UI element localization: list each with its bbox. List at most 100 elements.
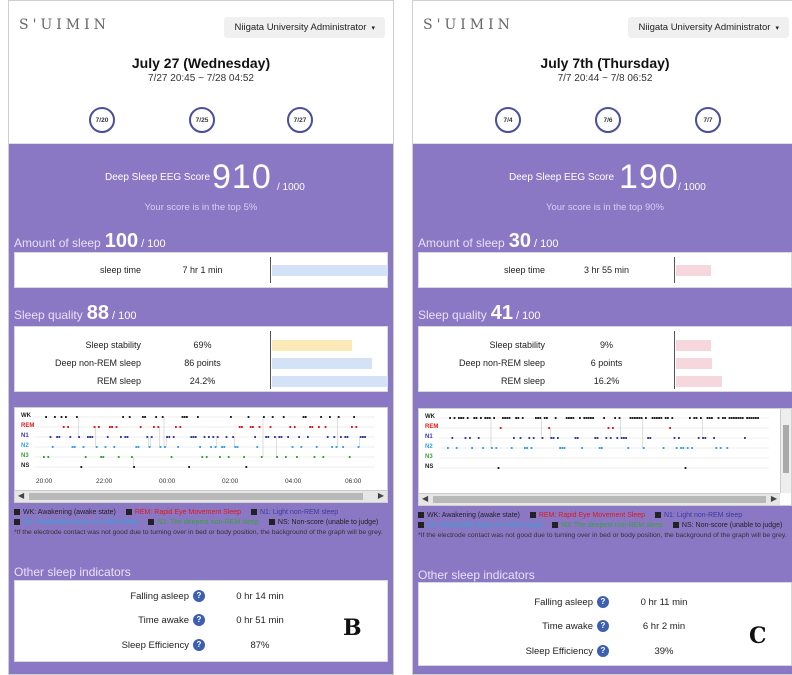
date-nav-button[interactable]: 7/7 xyxy=(695,107,721,133)
epoch-mark xyxy=(49,436,52,438)
epoch-mark xyxy=(54,416,56,418)
epoch-mark xyxy=(179,426,182,428)
date-nav-button[interactable]: 7/27 xyxy=(287,107,313,133)
help-icon[interactable]: ? xyxy=(193,639,205,651)
report-header: S'UIMIN Niigata University Administrator… xyxy=(9,1,393,144)
hypnogram[interactable]: WK REM N1 N2 N3 NS ◀ ▶ xyxy=(418,408,792,506)
legend-swatch xyxy=(14,519,20,526)
epoch-mark xyxy=(684,467,687,469)
scroll-right-icon[interactable]: ▶ xyxy=(771,494,777,503)
help-icon[interactable]: ? xyxy=(193,590,205,602)
vertical-scrollbar[interactable] xyxy=(780,409,791,493)
epoch-mark xyxy=(245,466,248,468)
date-nav-button[interactable]: 7/25 xyxy=(189,107,215,133)
epoch-mark xyxy=(47,456,50,458)
epoch-mark xyxy=(631,417,634,419)
epoch-mark xyxy=(609,437,612,439)
epoch-mark xyxy=(460,417,462,419)
epoch-mark xyxy=(471,447,473,449)
epoch-mark xyxy=(212,436,215,438)
epoch-mark xyxy=(62,426,65,428)
epoch-mark xyxy=(623,437,625,439)
stability-row: Sleep stability 9% xyxy=(489,340,613,350)
epoch-mark xyxy=(462,417,465,419)
report-header: S'UIMIN Niigata University Administrator… xyxy=(413,1,792,144)
epoch-mark xyxy=(561,447,564,449)
date-nav-button[interactable]: 7/20 xyxy=(89,107,115,133)
epoch-mark xyxy=(647,437,649,439)
epoch-mark xyxy=(702,437,704,439)
hypnogram[interactable]: WK REM N1 N2 N3 NS 20:00 22:00 00:00 02:… xyxy=(14,407,388,503)
epoch-mark xyxy=(337,416,340,418)
stage-legend: WK: Awakening (awake state) REM: Rapid E… xyxy=(418,512,787,539)
help-icon[interactable]: ? xyxy=(597,596,609,608)
admin-dropdown[interactable]: Niigata University Administrator ▾ xyxy=(224,17,385,38)
epoch-mark xyxy=(618,417,621,419)
date-nav-button[interactable]: 7/4 xyxy=(495,107,521,133)
epoch-mark xyxy=(331,446,333,448)
epoch-mark xyxy=(678,437,680,439)
epoch-mark xyxy=(342,446,344,448)
epoch-mark xyxy=(87,436,89,438)
epoch-mark xyxy=(627,447,630,449)
epoch-mark xyxy=(225,436,228,438)
epoch-mark xyxy=(329,416,331,418)
epoch-mark xyxy=(252,426,254,428)
epoch-mark xyxy=(43,456,45,458)
epoch-mark xyxy=(708,417,711,419)
scroll-right-icon[interactable]: ▶ xyxy=(378,491,384,500)
admin-dropdown[interactable]: Niigata University Administrator ▾ xyxy=(628,17,789,38)
scroll-thumb[interactable] xyxy=(783,425,789,473)
epoch-mark xyxy=(144,416,146,418)
help-icon[interactable]: ? xyxy=(597,620,609,632)
help-icon[interactable]: ? xyxy=(193,614,205,626)
epoch-mark xyxy=(656,417,658,419)
epoch-mark xyxy=(581,447,583,449)
epoch-mark xyxy=(546,417,548,419)
epoch-mark xyxy=(535,417,537,419)
score-percentile: Your score is in the top 90% xyxy=(546,202,664,213)
epoch-mark xyxy=(109,426,111,428)
help-icon[interactable]: ? xyxy=(597,645,609,657)
epoch-mark xyxy=(353,416,355,418)
epoch-mark xyxy=(161,416,164,418)
scroll-left-icon[interactable]: ◀ xyxy=(18,491,24,500)
date-nav-button[interactable]: 7/6 xyxy=(595,107,621,133)
time-tick: 22:00 xyxy=(96,478,113,485)
epoch-mark xyxy=(506,417,509,419)
epoch-mark xyxy=(113,446,116,448)
epoch-mark xyxy=(186,416,188,418)
scroll-thumb[interactable] xyxy=(433,496,766,503)
epoch-mark xyxy=(153,426,155,428)
report-date: July 27 (Wednesday) xyxy=(131,55,271,71)
scroll-left-icon[interactable]: ◀ xyxy=(422,494,428,503)
epoch-mark xyxy=(504,417,506,419)
epoch-mark xyxy=(234,446,237,448)
epoch-mark xyxy=(717,417,720,419)
horizontal-scrollbar[interactable]: ◀ ▶ xyxy=(15,490,387,502)
epoch-mark xyxy=(351,426,353,428)
hypnogram-plot xyxy=(35,416,375,468)
epoch-mark xyxy=(697,437,700,439)
epoch-mark xyxy=(645,417,647,419)
epoch-mark xyxy=(276,456,278,458)
epoch-mark xyxy=(80,466,83,468)
epoch-mark xyxy=(137,446,140,448)
horizontal-scrollbar[interactable]: ◀ ▶ xyxy=(419,493,780,505)
epoch-mark xyxy=(550,437,553,439)
legend-swatch xyxy=(654,512,661,519)
report-body: Deep Sleep EEG Score 910 / 1000 Your sco… xyxy=(9,144,393,674)
legend-swatch xyxy=(672,522,679,529)
epoch-mark xyxy=(744,437,746,439)
chevron-down-icon: ▾ xyxy=(775,25,779,32)
epoch-mark xyxy=(122,416,124,418)
epoch-mark xyxy=(449,417,451,419)
epoch-mark xyxy=(45,416,47,418)
epoch-mark xyxy=(719,447,722,449)
scroll-thumb[interactable] xyxy=(29,493,363,500)
epoch-mark xyxy=(177,446,179,448)
epoch-mark xyxy=(335,446,338,448)
epoch-mark xyxy=(73,446,76,448)
epoch-mark xyxy=(673,437,676,439)
epoch-mark xyxy=(739,417,742,419)
